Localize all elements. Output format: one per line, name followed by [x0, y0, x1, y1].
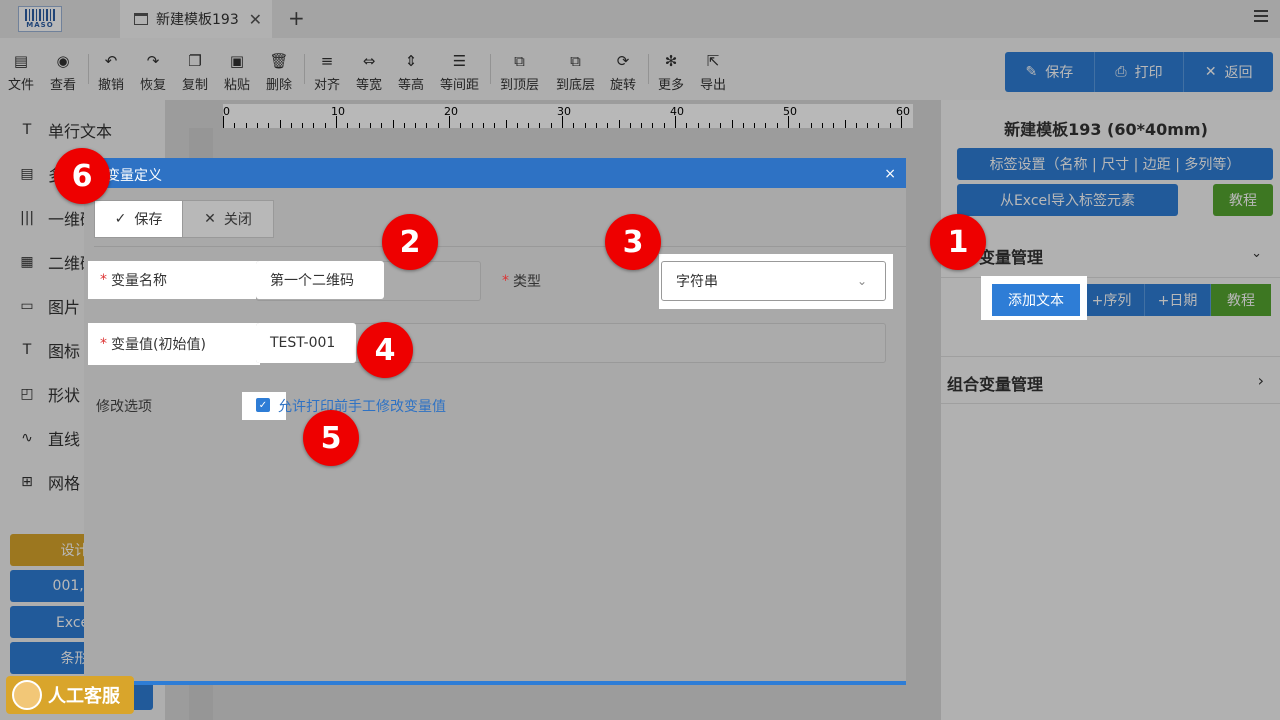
type-select-value: 字符串: [676, 274, 718, 290]
allow-modify-text[interactable]: 允许打印前手工修改变量值: [278, 396, 446, 416]
step-badge-3: 3: [605, 214, 661, 270]
dialog-close-button[interactable]: ✕ 关闭: [183, 201, 273, 237]
dialog-header: 变量定义 ×: [84, 158, 906, 188]
dialog-title: 变量定义: [106, 168, 162, 184]
step-badge-2: 2: [382, 214, 438, 270]
variable-value-label: * 变量值(初始值): [88, 323, 260, 365]
variable-name-label: * 变量名称: [88, 261, 260, 299]
variable-name-input[interactable]: 第一个二维码: [256, 261, 384, 299]
type-label: * 类型: [502, 273, 541, 290]
customer-support-button[interactable]: 人工客服: [6, 676, 134, 714]
type-select[interactable]: 字符串 ⌄: [661, 261, 886, 301]
close-icon: ✕: [204, 211, 216, 227]
dialog-save-button[interactable]: ✓ 保存: [95, 201, 183, 237]
chevron-down-icon: ⌄: [856, 274, 867, 288]
add-text-variable-highlight[interactable]: 添加文本: [992, 284, 1080, 316]
step-badge-4: 4: [357, 322, 413, 378]
dialog-toolbar: ✓ 保存 ✕ 关闭: [94, 200, 274, 238]
divider: [94, 246, 906, 247]
step-badge-5: 5: [303, 410, 359, 466]
step-badge-6: 6: [54, 148, 110, 204]
step-badge-1: 1: [930, 214, 986, 270]
dialog-close-icon[interactable]: ×: [884, 166, 896, 182]
modify-option-label: 修改选项: [96, 399, 152, 415]
allow-modify-checkbox[interactable]: ✓: [256, 398, 270, 412]
variable-definition-dialog: 变量定义 × ✓ 保存 ✕ 关闭 * 变量名称 第一个二维码 * 类型 字符串 ⌄ * 变…: [84, 158, 906, 685]
variable-value-input[interactable]: TEST-001: [256, 323, 356, 363]
support-avatar-icon: [12, 680, 42, 710]
check-icon: ✓: [114, 211, 127, 227]
